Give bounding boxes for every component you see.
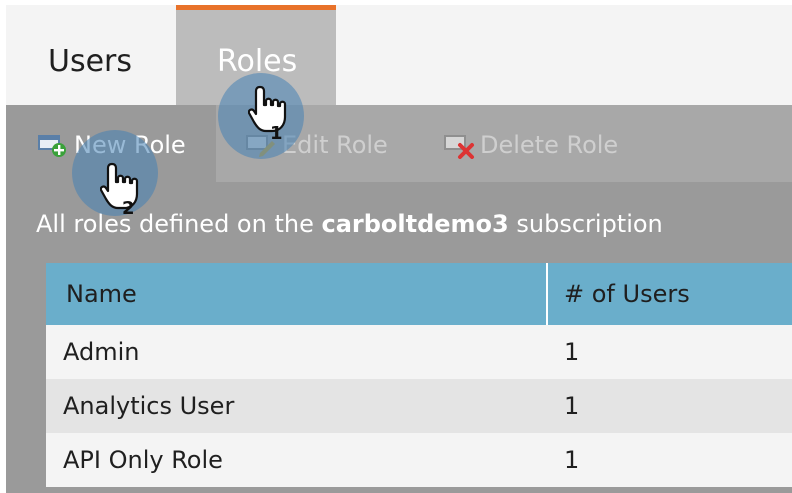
tab-roles-label: Roles <box>217 44 298 79</box>
roles-admin-panel: Users Roles New Role Edit Role Delete Ro… <box>6 5 792 493</box>
role-name: Admin <box>63 338 140 366</box>
new-role-button[interactable]: New Role <box>6 105 216 182</box>
column-header-name[interactable]: Name <box>66 280 137 308</box>
table-body: Admin 1 Analytics User 1 API Only Role 1 <box>46 325 792 487</box>
table-row[interactable]: API Only Role 1 <box>46 433 792 487</box>
edit-role-icon <box>246 135 275 157</box>
role-name: Analytics User <box>63 392 235 420</box>
tab-users[interactable]: Users <box>6 5 176 105</box>
delete-role-icon <box>444 135 474 159</box>
role-user-count: 1 <box>564 392 580 420</box>
delete-role-button[interactable]: Delete Role <box>426 105 646 182</box>
edit-role-label: Edit Role <box>282 131 388 159</box>
table-row[interactable]: Analytics User 1 <box>46 379 792 433</box>
role-user-count: 1 <box>564 338 580 366</box>
description-suffix: subscription <box>508 210 663 238</box>
tab-roles[interactable]: Roles <box>176 5 336 105</box>
subscription-name: carboltdemo3 <box>321 210 509 238</box>
roles-table: Name # of Users Admin 1 Analytics User 1… <box>46 263 792 487</box>
description-prefix: All roles defined on the <box>36 210 322 238</box>
column-divider <box>546 263 548 325</box>
new-role-icon <box>38 135 66 157</box>
roles-toolbar: New Role Edit Role Delete Role <box>6 105 792 182</box>
table-header: Name # of Users <box>46 263 792 325</box>
new-role-label: New Role <box>74 131 186 159</box>
tab-users-label: Users <box>48 44 133 79</box>
roles-description: All roles defined on the carboltdemo3 su… <box>36 210 663 238</box>
edit-role-button[interactable]: Edit Role <box>216 105 406 182</box>
role-user-count: 1 <box>564 446 580 474</box>
table-row[interactable]: Admin 1 <box>46 325 792 379</box>
delete-role-label: Delete Role <box>480 131 619 159</box>
column-header-users[interactable]: # of Users <box>564 280 690 308</box>
role-name: API Only Role <box>63 446 223 474</box>
tab-bar: Users Roles <box>6 5 792 105</box>
